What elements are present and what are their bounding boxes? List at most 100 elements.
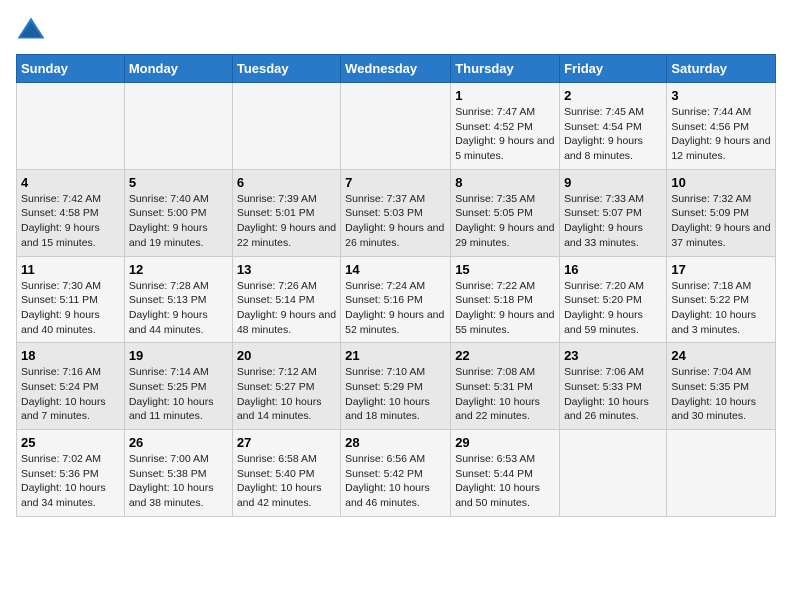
calendar-cell: 21Sunrise: 7:10 AM Sunset: 5:29 PM Dayli…: [341, 343, 451, 430]
day-number: 15: [455, 262, 555, 277]
calendar-week-row: 18Sunrise: 7:16 AM Sunset: 5:24 PM Dayli…: [17, 343, 776, 430]
cell-content: Sunrise: 7:28 AM Sunset: 5:13 PM Dayligh…: [129, 279, 228, 338]
day-number: 3: [671, 88, 771, 103]
day-number: 19: [129, 348, 228, 363]
calendar-cell: [667, 430, 776, 517]
calendar-cell: 2 Sunrise: 7:45 AM Sunset: 4:54 PM Daylig…: [560, 83, 667, 170]
weekday-header: Saturday: [667, 55, 776, 83]
calendar-cell: 24 Sunrise: 7:04 AM Sunset: 5:35 PM Dayli…: [667, 343, 776, 430]
calendar-cell: 10 Sunrise: 7:32 AM Sunset: 5:09 PM Dayli…: [667, 169, 776, 256]
cell-content: Sunrise: 7:45 AM Sunset: 4:54 PM Dayligh…: [564, 105, 662, 164]
day-number: 16: [564, 262, 662, 277]
cell-content: Sunrise: 7:35 AM Sunset: 5:05 PM Dayligh…: [455, 192, 555, 251]
cell-content: Sunrise: 7:26 AM Sunset: 5:14 PM Dayligh…: [237, 279, 336, 338]
page-header: [16, 16, 776, 46]
cell-content: Sunrise: 7:04 AM Sunset: 5:35 PM Dayligh…: [671, 365, 771, 424]
calendar-cell: [341, 83, 451, 170]
cell-content: Sunrise: 7:20 AM Sunset: 5:20 PM Dayligh…: [564, 279, 662, 338]
calendar-cell: [232, 83, 340, 170]
cell-content: Sunrise: 7:33 AM Sunset: 5:07 PM Dayligh…: [564, 192, 662, 251]
cell-content: Sunrise: 7:32 AM Sunset: 5:09 PM Dayligh…: [671, 192, 771, 251]
calendar-cell: 11 Sunrise: 7:30 AM Sunset: 5:11 PM Dayli…: [17, 256, 125, 343]
day-number: 22: [455, 348, 555, 363]
calendar-cell: [560, 430, 667, 517]
cell-content: Sunrise: 6:53 AM Sunset: 5:44 PM Dayligh…: [455, 452, 555, 511]
cell-content: Sunrise: 7:47 AM Sunset: 4:52 PM Dayligh…: [455, 105, 555, 164]
calendar-cell: 26 Sunrise: 7:00 AM Sunset: 5:38 PM Dayli…: [124, 430, 232, 517]
day-number: 4: [21, 175, 120, 190]
day-number: 11: [21, 262, 120, 277]
day-number: 29: [455, 435, 555, 450]
day-number: 6: [237, 175, 336, 190]
calendar-cell: 27 Sunrise: 6:58 AM Sunset: 5:40 PM Dayli…: [232, 430, 340, 517]
cell-content: Sunrise: 7:18 AM Sunset: 5:22 PM Dayligh…: [671, 279, 771, 338]
calendar-cell: 9Sunrise: 7:33 AM Sunset: 5:07 PM Daylig…: [560, 169, 667, 256]
calendar-cell: 12 Sunrise: 7:28 AM Sunset: 5:13 PM Dayli…: [124, 256, 232, 343]
day-number: 17: [671, 262, 771, 277]
calendar-cell: 18Sunrise: 7:16 AM Sunset: 5:24 PM Dayli…: [17, 343, 125, 430]
calendar-cell: 25 Sunrise: 7:02 AM Sunset: 5:36 PM Dayli…: [17, 430, 125, 517]
cell-content: Sunrise: 7:30 AM Sunset: 5:11 PM Dayligh…: [21, 279, 120, 338]
calendar-cell: [124, 83, 232, 170]
weekday-header: Monday: [124, 55, 232, 83]
calendar-week-row: 1 Sunrise: 7:47 AM Sunset: 4:52 PM Daylig…: [17, 83, 776, 170]
logo-icon: [16, 16, 46, 46]
weekday-header: Sunday: [17, 55, 125, 83]
cell-content: Sunrise: 7:42 AM Sunset: 4:58 PM Dayligh…: [21, 192, 120, 251]
day-number: 23: [564, 348, 662, 363]
calendar-cell: 20 Sunrise: 7:12 AM Sunset: 5:27 PM Dayli…: [232, 343, 340, 430]
day-number: 2: [564, 88, 662, 103]
weekday-header: Thursday: [451, 55, 560, 83]
cell-content: Sunrise: 7:14 AM Sunset: 5:25 PM Dayligh…: [129, 365, 228, 424]
calendar-cell: 4 Sunrise: 7:42 AM Sunset: 4:58 PM Daylig…: [17, 169, 125, 256]
calendar-cell: 14 Sunrise: 7:24 AM Sunset: 5:16 PM Dayli…: [341, 256, 451, 343]
day-number: 26: [129, 435, 228, 450]
cell-content: Sunrise: 7:24 AM Sunset: 5:16 PM Dayligh…: [345, 279, 446, 338]
calendar-cell: 23Sunrise: 7:06 AM Sunset: 5:33 PM Dayli…: [560, 343, 667, 430]
cell-content: Sunrise: 7:00 AM Sunset: 5:38 PM Dayligh…: [129, 452, 228, 511]
day-number: 1: [455, 88, 555, 103]
day-number: 5: [129, 175, 228, 190]
cell-content: Sunrise: 7:12 AM Sunset: 5:27 PM Dayligh…: [237, 365, 336, 424]
day-number: 14: [345, 262, 446, 277]
cell-content: Sunrise: 6:56 AM Sunset: 5:42 PM Dayligh…: [345, 452, 446, 511]
day-number: 10: [671, 175, 771, 190]
day-number: 20: [237, 348, 336, 363]
calendar-week-row: 11 Sunrise: 7:30 AM Sunset: 5:11 PM Dayli…: [17, 256, 776, 343]
calendar-cell: 13Sunrise: 7:26 AM Sunset: 5:14 PM Dayli…: [232, 256, 340, 343]
calendar-cell: 29 Sunrise: 6:53 AM Sunset: 5:44 PM Dayli…: [451, 430, 560, 517]
calendar-cell: 3Sunrise: 7:44 AM Sunset: 4:56 PM Daylig…: [667, 83, 776, 170]
calendar-cell: 5Sunrise: 7:40 AM Sunset: 5:00 PM Daylig…: [124, 169, 232, 256]
cell-content: Sunrise: 7:16 AM Sunset: 5:24 PM Dayligh…: [21, 365, 120, 424]
weekday-header-row: SundayMondayTuesdayWednesdayThursdayFrid…: [17, 55, 776, 83]
calendar-week-row: 25 Sunrise: 7:02 AM Sunset: 5:36 PM Dayli…: [17, 430, 776, 517]
cell-content: Sunrise: 7:02 AM Sunset: 5:36 PM Dayligh…: [21, 452, 120, 511]
calendar-cell: [17, 83, 125, 170]
calendar-cell: 1 Sunrise: 7:47 AM Sunset: 4:52 PM Daylig…: [451, 83, 560, 170]
day-number: 21: [345, 348, 446, 363]
day-number: 24: [671, 348, 771, 363]
logo: [16, 16, 50, 46]
calendar-cell: 15 Sunrise: 7:22 AM Sunset: 5:18 PM Dayli…: [451, 256, 560, 343]
calendar-cell: 16 Sunrise: 7:20 AM Sunset: 5:20 PM Dayli…: [560, 256, 667, 343]
calendar-week-row: 4 Sunrise: 7:42 AM Sunset: 4:58 PM Daylig…: [17, 169, 776, 256]
weekday-header: Tuesday: [232, 55, 340, 83]
day-number: 25: [21, 435, 120, 450]
calendar-cell: 17 Sunrise: 7:18 AM Sunset: 5:22 PM Dayli…: [667, 256, 776, 343]
calendar-cell: 7 Sunrise: 7:37 AM Sunset: 5:03 PM Daylig…: [341, 169, 451, 256]
cell-content: Sunrise: 7:22 AM Sunset: 5:18 PM Dayligh…: [455, 279, 555, 338]
calendar-cell: 19 Sunrise: 7:14 AM Sunset: 5:25 PM Dayli…: [124, 343, 232, 430]
day-number: 12: [129, 262, 228, 277]
day-number: 7: [345, 175, 446, 190]
cell-content: Sunrise: 7:39 AM Sunset: 5:01 PM Dayligh…: [237, 192, 336, 251]
cell-content: Sunrise: 6:58 AM Sunset: 5:40 PM Dayligh…: [237, 452, 336, 511]
calendar-cell: 6 Sunrise: 7:39 AM Sunset: 5:01 PM Daylig…: [232, 169, 340, 256]
cell-content: Sunrise: 7:37 AM Sunset: 5:03 PM Dayligh…: [345, 192, 446, 251]
calendar-table: SundayMondayTuesdayWednesdayThursdayFrid…: [16, 54, 776, 517]
weekday-header: Friday: [560, 55, 667, 83]
calendar-cell: 28Sunrise: 6:56 AM Sunset: 5:42 PM Dayli…: [341, 430, 451, 517]
calendar-cell: 8 Sunrise: 7:35 AM Sunset: 5:05 PM Daylig…: [451, 169, 560, 256]
day-number: 27: [237, 435, 336, 450]
day-number: 8: [455, 175, 555, 190]
calendar-cell: 22Sunrise: 7:08 AM Sunset: 5:31 PM Dayli…: [451, 343, 560, 430]
